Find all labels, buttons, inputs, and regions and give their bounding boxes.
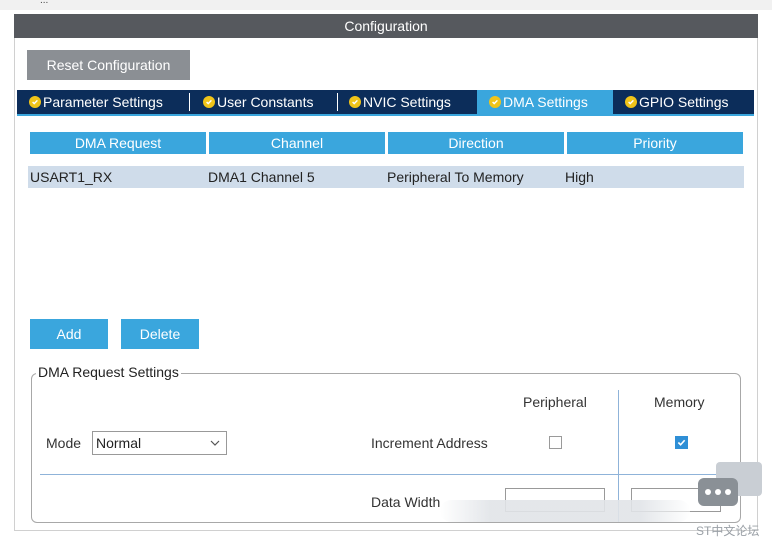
reset-configuration-button[interactable]: Reset Configuration: [27, 50, 190, 80]
memory-column-header: Memory: [654, 394, 705, 410]
tab-user-constants[interactable]: User Constants: [203, 90, 343, 114]
configuration-title-bar: Configuration: [14, 14, 758, 38]
memory-increment-checkbox[interactable]: [675, 436, 688, 449]
window-top-strip: ...: [0, 0, 772, 10]
tab-label: Parameter Settings: [43, 94, 163, 110]
column-header-priority[interactable]: Priority: [567, 132, 743, 154]
tab-separator: [189, 93, 190, 111]
cell-priority: High: [565, 169, 594, 185]
cell-dma-request: USART1_RX: [30, 169, 113, 185]
checkmark-icon: [677, 439, 686, 446]
mode-select-value: Normal: [96, 435, 142, 451]
mode-select[interactable]: Normal: [92, 431, 227, 455]
chat-bubble-icon: [698, 462, 762, 506]
tab-underline: [17, 114, 754, 116]
tab-separator: [337, 93, 338, 111]
window-top-title: ...: [40, 0, 49, 6]
peripheral-column-header: Peripheral: [523, 394, 587, 410]
cell-channel: DMA1 Channel 5: [208, 169, 315, 185]
data-width-label: Data Width: [371, 494, 441, 510]
table-row[interactable]: USART1_RX DMA1 Channel 5 Peripheral To M…: [28, 166, 744, 188]
settings-tab-bar: Parameter Settings User Constants NVIC S…: [17, 90, 754, 114]
tab-dma-settings[interactable]: DMA Settings: [477, 90, 613, 114]
tab-label: NVIC Settings: [363, 94, 451, 110]
tab-label: User Constants: [217, 94, 314, 110]
check-icon: [349, 96, 361, 108]
check-icon: [489, 96, 501, 108]
delete-button[interactable]: Delete: [121, 319, 199, 349]
watermark-text: ST中文论坛: [696, 524, 760, 538]
tab-parameter-settings[interactable]: Parameter Settings: [29, 90, 191, 114]
tab-gpio-settings[interactable]: GPIO Settings: [625, 90, 753, 114]
blurred-overlay: [440, 500, 690, 522]
tab-label: DMA Settings: [503, 94, 588, 110]
check-icon: [29, 96, 41, 108]
tab-label: GPIO Settings: [639, 94, 729, 110]
column-header-direction[interactable]: Direction: [388, 132, 564, 154]
add-button[interactable]: Add: [30, 319, 108, 349]
tab-nvic-settings[interactable]: NVIC Settings: [349, 90, 479, 114]
dma-request-settings-legend: DMA Request Settings: [36, 364, 181, 380]
check-icon: [203, 96, 215, 108]
increment-address-label: Increment Address: [371, 435, 488, 451]
column-header-dma-request[interactable]: DMA Request: [30, 132, 206, 154]
cell-direction: Peripheral To Memory: [387, 169, 524, 185]
chevron-down-icon: [210, 440, 220, 446]
check-icon: [625, 96, 637, 108]
peripheral-increment-checkbox[interactable]: [549, 436, 562, 449]
mode-label: Mode: [46, 435, 82, 451]
column-header-channel[interactable]: Channel: [209, 132, 385, 154]
row-divider: [40, 474, 740, 475]
